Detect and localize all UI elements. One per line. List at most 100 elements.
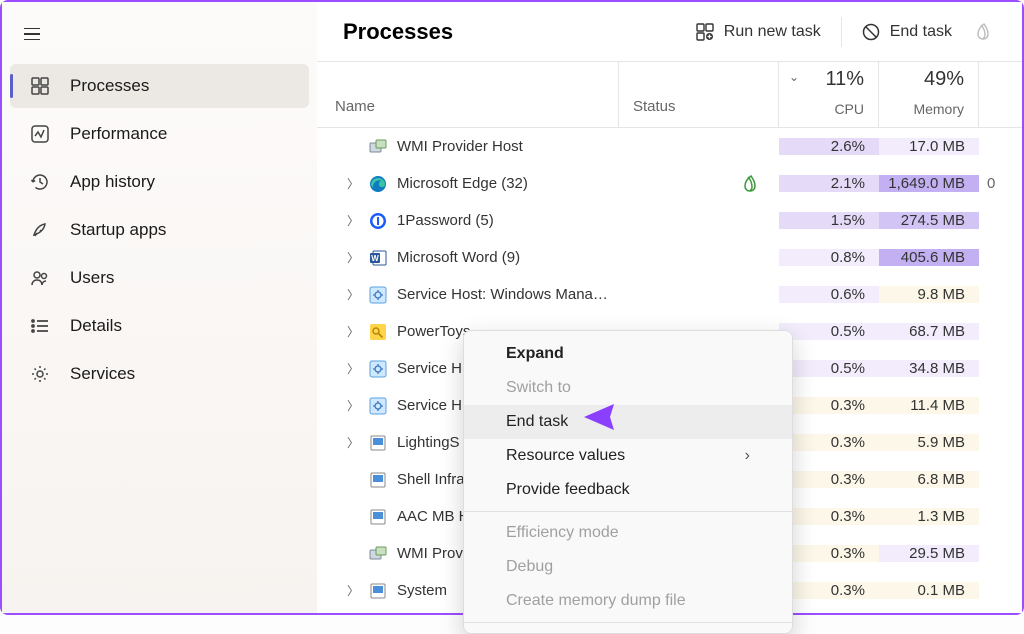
memory-usage-percent: 49% xyxy=(893,68,964,91)
process-name: WMI Provider Host xyxy=(397,138,523,155)
expand-chevron-icon[interactable]: 〉 xyxy=(347,323,359,340)
history-icon xyxy=(30,172,50,192)
cpu-cell: 0.3% xyxy=(779,434,879,451)
context-menu-label: Debug xyxy=(506,558,553,576)
context-menu-label: Provide feedback xyxy=(506,481,630,499)
sidebar-item-details[interactable]: Details xyxy=(10,304,309,348)
process-name: Microsoft Word (9) xyxy=(397,249,520,266)
gear-icon xyxy=(30,364,50,384)
process-icon xyxy=(369,323,387,341)
cpu-cell: 0.3% xyxy=(779,471,879,488)
cpu-cell: 0.3% xyxy=(779,397,879,414)
context-menu-label: Efficiency mode xyxy=(506,524,619,542)
sidebar-item-app-history[interactable]: App history xyxy=(10,160,309,204)
memory-cell: 17.0 MB xyxy=(879,138,979,155)
header: Processes Run new task End task xyxy=(317,2,1022,62)
cpu-cell: 2.1% xyxy=(779,175,879,192)
sidebar-item-startup-apps[interactable]: Startup apps xyxy=(10,208,309,252)
run-task-icon xyxy=(696,23,714,41)
context-menu-label: Resource values xyxy=(506,447,625,465)
expand-chevron-icon[interactable]: 〉 xyxy=(347,249,359,266)
expand-chevron-icon[interactable]: 〉 xyxy=(347,397,359,414)
sidebar-item-services[interactable]: Services xyxy=(10,352,309,396)
sidebar-item-users[interactable]: Users xyxy=(10,256,309,300)
context-menu-item-expand[interactable]: Expand xyxy=(464,337,792,371)
expand-chevron-icon[interactable]: 〉 xyxy=(347,212,359,229)
expand-chevron-icon[interactable]: 〉 xyxy=(347,175,359,192)
memory-cell: 29.5 MB xyxy=(879,545,979,562)
context-menu-item-end-task[interactable]: End task xyxy=(464,405,792,439)
sidebar-item-label: Startup apps xyxy=(70,220,166,240)
efficiency-mode-button[interactable] xyxy=(966,14,1002,50)
list-icon xyxy=(30,316,50,336)
context-menu-item-provide-feedback[interactable]: Provide feedback xyxy=(464,473,792,507)
sidebar-item-label: Users xyxy=(70,268,114,288)
process-name: Microsoft Edge (32) xyxy=(397,175,528,192)
process-icon xyxy=(369,360,387,378)
end-task-button[interactable]: End task xyxy=(848,15,966,49)
context-menu-label: Switch to xyxy=(506,379,571,397)
memory-cell: 274.5 MB xyxy=(879,212,979,229)
run-new-task-button[interactable]: Run new task xyxy=(682,15,835,49)
memory-cell: 6.8 MB xyxy=(879,471,979,488)
cpu-cell: 0.3% xyxy=(779,545,879,562)
column-status[interactable]: Status xyxy=(619,62,779,127)
sidebar-item-label: Performance xyxy=(70,124,167,144)
sidebar-item-label: App history xyxy=(70,172,155,192)
column-memory[interactable]: 49% Memory xyxy=(879,62,979,127)
cpu-cell: 2.6% xyxy=(779,138,879,155)
sidebar-item-label: Details xyxy=(70,316,122,336)
context-menu-item-resource-values[interactable]: Resource values › xyxy=(464,439,792,473)
memory-cell: 405.6 MB xyxy=(879,249,979,266)
process-row[interactable]: 〉1Password (5)1.5%274.5 MB xyxy=(317,202,1022,239)
cpu-cell: 0.3% xyxy=(779,508,879,525)
sidebar-item-processes[interactable]: Processes xyxy=(10,64,309,108)
hamburger-menu-button[interactable] xyxy=(12,14,52,54)
memory-cell: 0.1 MB xyxy=(879,582,979,599)
memory-cell: 34.8 MB xyxy=(879,360,979,377)
process-icon xyxy=(369,508,387,526)
users-icon xyxy=(30,268,50,288)
process-icon xyxy=(369,212,387,230)
process-icon xyxy=(369,397,387,415)
context-menu-item-switch-to: Switch to xyxy=(464,371,792,405)
process-row[interactable]: 〉Service Host: Windows Mana…0.6%9.8 MB xyxy=(317,276,1022,313)
page-title: Processes xyxy=(337,19,682,45)
expand-chevron-icon[interactable]: 〉 xyxy=(347,434,359,451)
process-icon xyxy=(369,286,387,304)
process-name: AAC MB H xyxy=(397,508,470,525)
end-task-icon xyxy=(862,23,880,41)
chevron-right-icon: › xyxy=(745,447,750,465)
cpu-cell: 1.5% xyxy=(779,212,879,229)
process-name: Shell Infra xyxy=(397,471,465,488)
process-icon xyxy=(369,175,387,193)
process-row[interactable]: WMI Provider Host 2.6%17.0 MB xyxy=(317,128,1022,165)
process-icon xyxy=(369,582,387,600)
process-name: Service H xyxy=(397,397,462,414)
chevron-down-icon: ⌄ xyxy=(789,70,799,84)
column-name[interactable]: Name xyxy=(317,62,619,127)
process-row[interactable]: 〉Microsoft Edge (32)2.1%1,649.0 MB0 xyxy=(317,165,1022,202)
sidebar: Processes Performance App history Startup a… xyxy=(2,2,317,613)
expand-chevron-icon[interactable]: 〉 xyxy=(347,582,359,599)
cpu-cell: 0.6% xyxy=(779,286,879,303)
expand-chevron-icon[interactable]: 〉 xyxy=(347,286,359,303)
context-menu-item-create-memory-dump-file: Create memory dump file xyxy=(464,584,792,618)
sidebar-item-label: Services xyxy=(70,364,135,384)
memory-cell: 9.8 MB xyxy=(879,286,979,303)
hamburger-icon xyxy=(24,28,40,41)
sidebar-item-performance[interactable]: Performance xyxy=(10,112,309,156)
process-name: System xyxy=(397,582,447,599)
expand-chevron-icon[interactable]: 〉 xyxy=(347,360,359,377)
context-menu-label: End task xyxy=(506,413,568,431)
memory-cell: 1.3 MB xyxy=(879,508,979,525)
process-icon xyxy=(369,471,387,489)
column-cpu[interactable]: ⌄ 11% CPU xyxy=(779,62,879,127)
cpu-cell: 0.8% xyxy=(779,249,879,266)
cpu-cell: 0.5% xyxy=(779,360,879,377)
context-menu-separator xyxy=(464,622,792,623)
process-row[interactable]: 〉WMicrosoft Word (9)0.8%405.6 MB xyxy=(317,239,1022,276)
context-menu-label: Expand xyxy=(506,345,564,363)
memory-cell: 1,649.0 MB xyxy=(879,175,979,192)
context-menu-item-efficiency-mode: Efficiency mode xyxy=(464,516,792,550)
